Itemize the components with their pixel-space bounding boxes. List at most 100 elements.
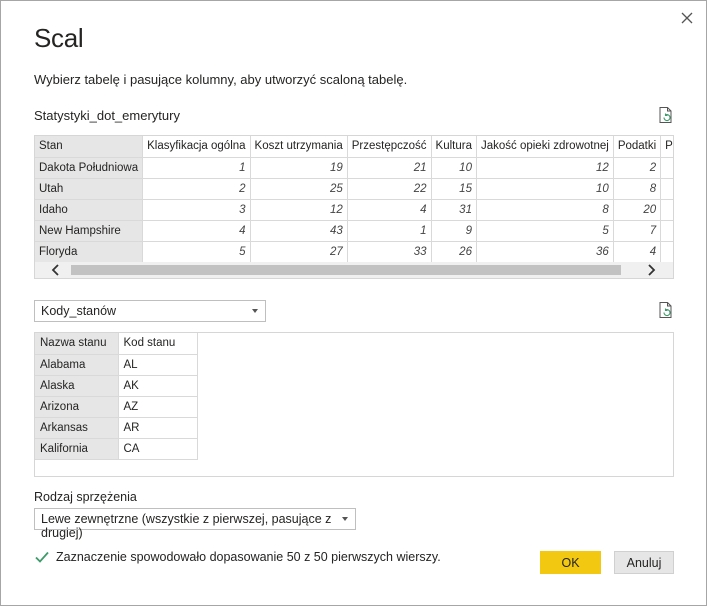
table2-col-header[interactable]: Kod stanu	[118, 333, 198, 355]
table1-cell: Floryda	[35, 241, 144, 263]
table1-horizontal-scrollbar[interactable]	[35, 262, 673, 278]
table2-cell: AZ	[118, 396, 198, 418]
join-kind-label: Rodzaj sprzężenia	[34, 490, 137, 504]
table1-cell: 3	[142, 199, 251, 221]
table1-header-row: Stan Klasyfikacja ogólna Koszt utrzymani…	[35, 136, 673, 158]
table1-cell: 33	[347, 241, 432, 263]
table1-cell: 41	[660, 199, 673, 221]
table1-cell: 5	[142, 241, 251, 263]
table1-cell: 1	[142, 157, 251, 179]
table1-col-header[interactable]: Jakość opieki zdrowotnej	[476, 136, 614, 158]
table1-cell: 19	[250, 157, 348, 179]
table1-cell: 2	[660, 241, 673, 263]
table-row: Alaska AK	[35, 375, 198, 397]
table2-preview: Nazwa stanu Kod stanu Alabama AL Alaska …	[34, 332, 674, 477]
table1-cell: Idaho	[35, 199, 144, 221]
ok-button[interactable]: OK	[540, 551, 601, 574]
table1-cell: 4	[613, 241, 662, 263]
table-row: Alabama AL	[35, 354, 198, 376]
table-row: Arizona AZ	[35, 396, 198, 418]
scroll-right-button[interactable]	[642, 262, 660, 278]
table1-col-header[interactable]: Koszt utrzymania	[250, 136, 348, 158]
dialog-subtitle: Wybierz tabelę i pasujące kolumny, aby u…	[34, 72, 408, 87]
cancel-button[interactable]: Anuluj	[614, 551, 674, 574]
table-row: Dakota Południowa 1 19 21 10 12 2 38	[35, 157, 673, 179]
table2-cell: Alabama	[35, 354, 119, 376]
table2-col-header[interactable]: Nazwa stanu	[35, 333, 119, 355]
merge-dialog: Scal Wybierz tabelę i pasujące kolumny, …	[0, 0, 707, 606]
table1-cell: 10	[476, 178, 614, 200]
table-row: Idaho 3 12 4 31 8 20 41	[35, 199, 673, 221]
table1-cell: 20	[613, 199, 662, 221]
table-row: New Hampshire 4 43 1 9 5 7 43	[35, 220, 673, 242]
table2-cell: Arkansas	[35, 417, 119, 439]
chevron-down-icon	[252, 309, 258, 313]
chevron-left-icon	[51, 264, 59, 276]
table2-cell: AR	[118, 417, 198, 439]
table1-col-header[interactable]: Przestępczość	[347, 136, 432, 158]
table1-cell: 9	[431, 220, 477, 242]
refresh-button-table2[interactable]	[657, 301, 675, 319]
refresh-button-table1[interactable]	[657, 106, 675, 124]
table1-cell: 1	[347, 220, 432, 242]
check-icon	[35, 551, 49, 563]
table1-cell: 38	[660, 157, 673, 179]
table1-cell: 26	[431, 241, 477, 263]
scroll-left-button[interactable]	[47, 262, 65, 278]
table2-cell: AL	[118, 354, 198, 376]
scrollbar-thumb[interactable]	[71, 265, 621, 275]
table1-cell: 10	[431, 157, 477, 179]
table-row: Arkansas AR	[35, 417, 198, 439]
table2-cell: Alaska	[35, 375, 119, 397]
table-row: Utah 2 25 22 15 10 8 32	[35, 178, 673, 200]
close-button[interactable]	[676, 7, 698, 29]
close-icon	[681, 12, 693, 24]
table1-grid: Stan Klasyfikacja ogólna Koszt utrzymani…	[35, 136, 673, 263]
refresh-icon	[659, 107, 672, 123]
table1-cell: 8	[476, 199, 614, 221]
table1-cell: 4	[347, 199, 432, 221]
table1-cell: 27	[250, 241, 348, 263]
table1-cell: 36	[476, 241, 614, 263]
join-kind-value: Lewe zewnętrzne (wszystkie z pierwszej, …	[41, 512, 332, 540]
chevron-down-icon	[342, 517, 348, 521]
table1-cell: 7	[613, 220, 662, 242]
table1-name: Statystyki_dot_emerytury	[34, 108, 180, 123]
table-row: Floryda 5 27 33 26 36 4 2	[35, 241, 673, 263]
table1-cell: 43	[660, 220, 673, 242]
table2-select-value: Kody_stanów	[41, 304, 117, 318]
table2-cell: Arizona	[35, 396, 119, 418]
table1-col-header[interactable]: Kultura	[431, 136, 477, 158]
table1-cell: 2	[142, 178, 251, 200]
table2-cell: Kalifornia	[35, 438, 119, 460]
match-status-text: Zaznaczenie spowodowało dopasowanie 50 z…	[56, 550, 441, 564]
table1-cell: 21	[347, 157, 432, 179]
dialog-title: Scal	[34, 23, 84, 53]
table1-cell: 25	[250, 178, 348, 200]
table1-cell: 12	[250, 199, 348, 221]
table1-cell: 43	[250, 220, 348, 242]
table1-cell: 15	[431, 178, 477, 200]
table1-col-header[interactable]: Klasyfikacja ogólna	[142, 136, 251, 158]
table2-cell: CA	[118, 438, 198, 460]
table1-cell: 12	[476, 157, 614, 179]
table1-col-header[interactable]: Pogoda	[660, 136, 673, 158]
table2-header-row: Nazwa stanu Kod stanu	[35, 333, 198, 355]
table1-col-header[interactable]: Stan	[35, 136, 144, 158]
join-kind-select[interactable]: Lewe zewnętrzne (wszystkie z pierwszej, …	[34, 508, 356, 540]
table1-cell: New Hampshire	[35, 220, 144, 242]
table1-cell: 5	[476, 220, 614, 242]
table-row: Kalifornia CA	[35, 438, 198, 460]
table1-cell: 31	[431, 199, 477, 221]
table1-cell: Dakota Południowa	[35, 157, 144, 179]
table1-cell: 22	[347, 178, 432, 200]
table1-cell: 4	[142, 220, 251, 242]
table2-select[interactable]: Kody_stanów	[34, 300, 266, 322]
table1-preview: Stan Klasyfikacja ogólna Koszt utrzymani…	[34, 135, 674, 279]
table2-cell: AK	[118, 375, 198, 397]
table1-cell: 32	[660, 178, 673, 200]
table1-col-header[interactable]: Podatki	[613, 136, 662, 158]
table1-cell: 8	[613, 178, 662, 200]
table1-cell: 2	[613, 157, 662, 179]
table1-cell: Utah	[35, 178, 144, 200]
